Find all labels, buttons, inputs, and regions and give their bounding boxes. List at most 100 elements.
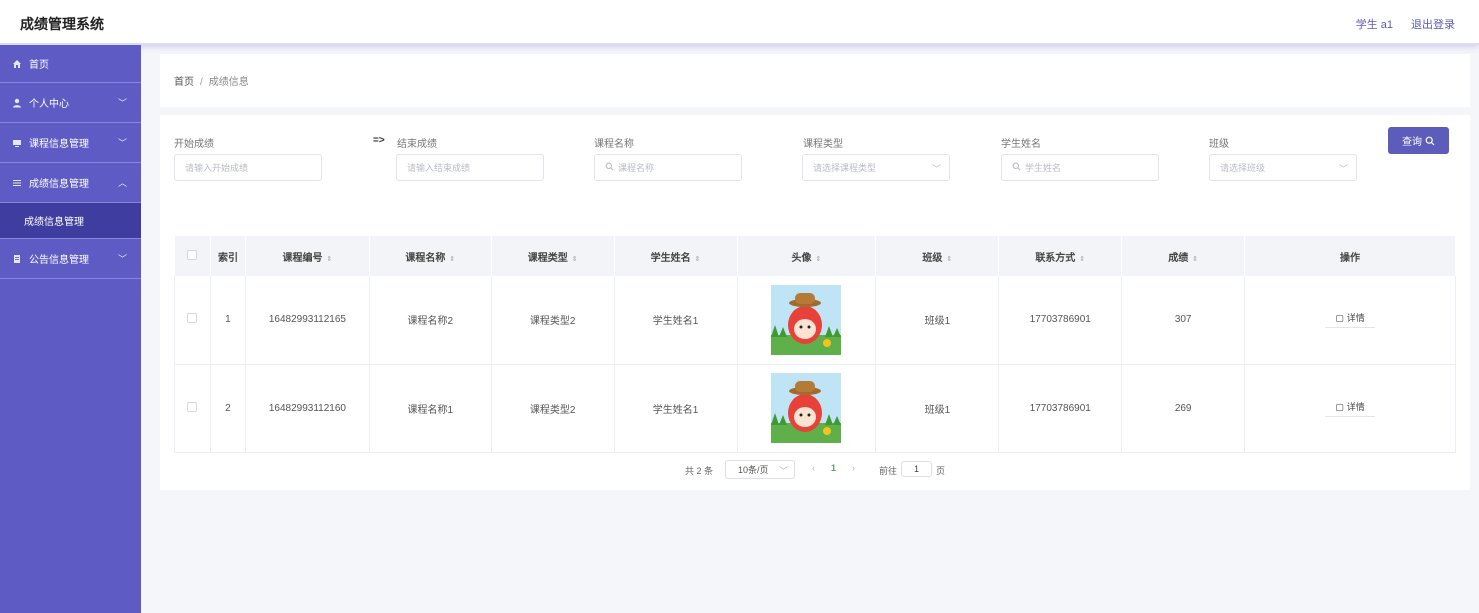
row-select-cell	[174, 364, 211, 453]
column-header[interactable]: 成绩 ⇕	[1121, 236, 1246, 276]
column-header[interactable]: 课程编号 ⇕	[245, 236, 370, 276]
row-checkbox[interactable]	[187, 401, 198, 412]
table-row: 1 16482993112165 课程名称2 课程类型2 学生姓名1 班级1 1…	[174, 276, 1456, 365]
sidebar-item-label: 个人中心	[29, 99, 69, 110]
detail-button[interactable]: ▢ 详情	[1325, 400, 1375, 417]
action-cell: ▢ 详情	[1244, 364, 1456, 453]
sidebar: 首页 个人中心 ﹀ 课程信息管理 ﹀ 成绩信息管理 ︿ 成绩信息管理 公告信息管…	[0, 45, 141, 613]
sidebar-item-label: 成绩信息管理	[29, 179, 89, 190]
column-label: 操作	[1340, 252, 1361, 264]
pagination: 共 2 条 10条/页 ﹀ ‹ 1 › 前往 1 页	[160, 460, 1470, 480]
main-panel: 开始成绩 请输入开始成绩 => 结束成绩 请输入结束成绩 课程名称 课程名称 课…	[160, 115, 1470, 490]
class-select[interactable]: 请选择班级 ﹀	[1209, 154, 1357, 181]
sort-icon[interactable]: ⇕	[695, 256, 701, 263]
column-header[interactable]: 班级 ⇕	[875, 236, 1000, 276]
chevron-down-icon: ﹀	[931, 164, 941, 174]
sort-icon[interactable]: ⇕	[572, 256, 578, 263]
page-size-value: 10条/页	[738, 465, 769, 475]
placeholder: 请输入结束成绩	[407, 163, 471, 173]
student-name-label: 学生姓名	[1001, 139, 1041, 150]
goto-page-input[interactable]: 1	[901, 461, 932, 477]
sidebar-subitem-score-management[interactable]: 成绩信息管理	[0, 203, 141, 239]
table-row: 2 16482993112160 课程名称1 课程类型2 学生姓名1 班级1 1…	[174, 364, 1456, 453]
sort-icon[interactable]: ⇕	[1079, 256, 1085, 263]
placeholder: 学生姓名	[1025, 163, 1062, 173]
avatar-cell	[737, 276, 877, 365]
column-label: 课程编号	[282, 252, 323, 264]
class-cell: 班级1	[875, 364, 1000, 453]
student-name-cell: 学生姓名1	[614, 276, 738, 365]
sidebar-item-course-info[interactable]: 课程信息管理 ﹀	[0, 123, 141, 163]
breadcrumb-home[interactable]: 首页	[174, 77, 194, 88]
column-label: 学生姓名	[650, 252, 691, 264]
sort-icon[interactable]: ⇕	[449, 256, 455, 263]
select-all-checkbox[interactable]	[187, 249, 198, 260]
placeholder: 课程名称	[618, 163, 655, 173]
monitor-icon	[12, 138, 22, 148]
end-score-input[interactable]: 请输入结束成绩	[396, 154, 544, 181]
end-score-label: 结束成绩	[397, 139, 437, 150]
prev-page-button[interactable]: ‹	[812, 463, 815, 473]
search-button[interactable]: 查询	[1388, 127, 1449, 154]
column-label: 课程名称	[405, 252, 446, 264]
index-cell: 1	[210, 276, 246, 365]
start-score-label: 开始成绩	[174, 139, 214, 150]
course-id-cell: 16482993112160	[245, 364, 370, 453]
class-cell: 班级1	[875, 276, 1000, 365]
app-title: 成绩管理系统	[20, 16, 104, 32]
goto-suffix: 页	[936, 466, 946, 476]
table-header-row: 索引 课程编号 ⇕ 课程名称 ⇕ 课程类型 ⇕ 学生姓名 ⇕ 头像 ⇕ 班级 ⇕ 联系方式 ⇕…	[174, 236, 1456, 276]
list-icon	[12, 178, 22, 188]
logout-link[interactable]: 退出登录	[1411, 16, 1455, 32]
column-header[interactable]: 联系方式 ⇕	[998, 236, 1123, 276]
range-arrow: =>	[373, 135, 385, 146]
sidebar-item-home[interactable]: 首页	[0, 45, 141, 83]
course-name-cell: 课程名称1	[369, 364, 492, 453]
placeholder: 请输入开始成绩	[185, 163, 249, 173]
detail-button[interactable]: ▢ 详情	[1325, 311, 1375, 329]
column-label: 班级	[922, 252, 943, 264]
column-header[interactable]: 课程类型 ⇕	[491, 236, 615, 276]
course-name-input[interactable]: 课程名称	[594, 154, 742, 181]
course-name-label: 课程名称	[594, 139, 634, 150]
column-label: 联系方式	[1035, 252, 1076, 264]
select-all-cell	[174, 236, 211, 276]
sort-icon[interactable]: ⇕	[326, 256, 332, 263]
start-score-input[interactable]: 请输入开始成绩	[174, 154, 322, 181]
sidebar-item-profile[interactable]: 个人中心 ﹀	[0, 83, 141, 123]
chevron-down-icon: ﹀	[778, 466, 788, 476]
index-cell: 2	[210, 364, 246, 453]
contact-cell: 17703786901	[998, 276, 1123, 365]
contact-cell: 17703786901	[998, 364, 1123, 453]
goto-label: 前往	[879, 466, 898, 476]
column-label: 课程类型	[527, 252, 568, 264]
score-table: 索引 课程编号 ⇕ 课程名称 ⇕ 课程类型 ⇕ 学生姓名 ⇕ 头像 ⇕ 班级 ⇕ 联系方式 ⇕…	[174, 236, 1456, 453]
sidebar-item-notice-info[interactable]: 公告信息管理 ﹀	[0, 239, 141, 279]
search-icon	[1425, 136, 1435, 146]
column-header[interactable]: 学生姓名 ⇕	[614, 236, 738, 276]
column-header[interactable]: 头像 ⇕	[737, 236, 877, 276]
avatar	[771, 284, 842, 355]
course-type-select[interactable]: 请选择课程类型 ﹀	[802, 154, 950, 181]
sort-icon[interactable]: ⇕	[816, 256, 822, 263]
action-cell: ▢ 详情	[1244, 276, 1456, 365]
chevron-up-icon: ︿	[117, 178, 127, 188]
total-count: 共 2 条	[685, 466, 714, 476]
sort-icon[interactable]: ⇕	[946, 256, 952, 263]
detail-label: 详情	[1346, 313, 1365, 324]
sidebar-item-label: 首页	[29, 60, 49, 71]
student-name-input[interactable]: 学生姓名	[1001, 154, 1159, 181]
home-icon	[12, 59, 22, 69]
page-number[interactable]: 1	[831, 463, 836, 473]
avatar	[771, 373, 842, 443]
placeholder: 请选择课程类型	[813, 163, 877, 173]
page-size-select[interactable]: 10条/页 ﹀	[725, 460, 795, 479]
sort-icon[interactable]: ⇕	[1192, 256, 1198, 263]
next-page-button[interactable]: ›	[852, 463, 855, 473]
document-icon	[12, 254, 22, 264]
column-header: 操作	[1244, 236, 1456, 276]
sidebar-item-score-info[interactable]: 成绩信息管理 ︿	[0, 163, 141, 203]
row-checkbox[interactable]	[187, 313, 198, 324]
breadcrumb-panel: 首页 / 成绩信息	[160, 54, 1470, 107]
column-header[interactable]: 课程名称 ⇕	[369, 236, 492, 276]
